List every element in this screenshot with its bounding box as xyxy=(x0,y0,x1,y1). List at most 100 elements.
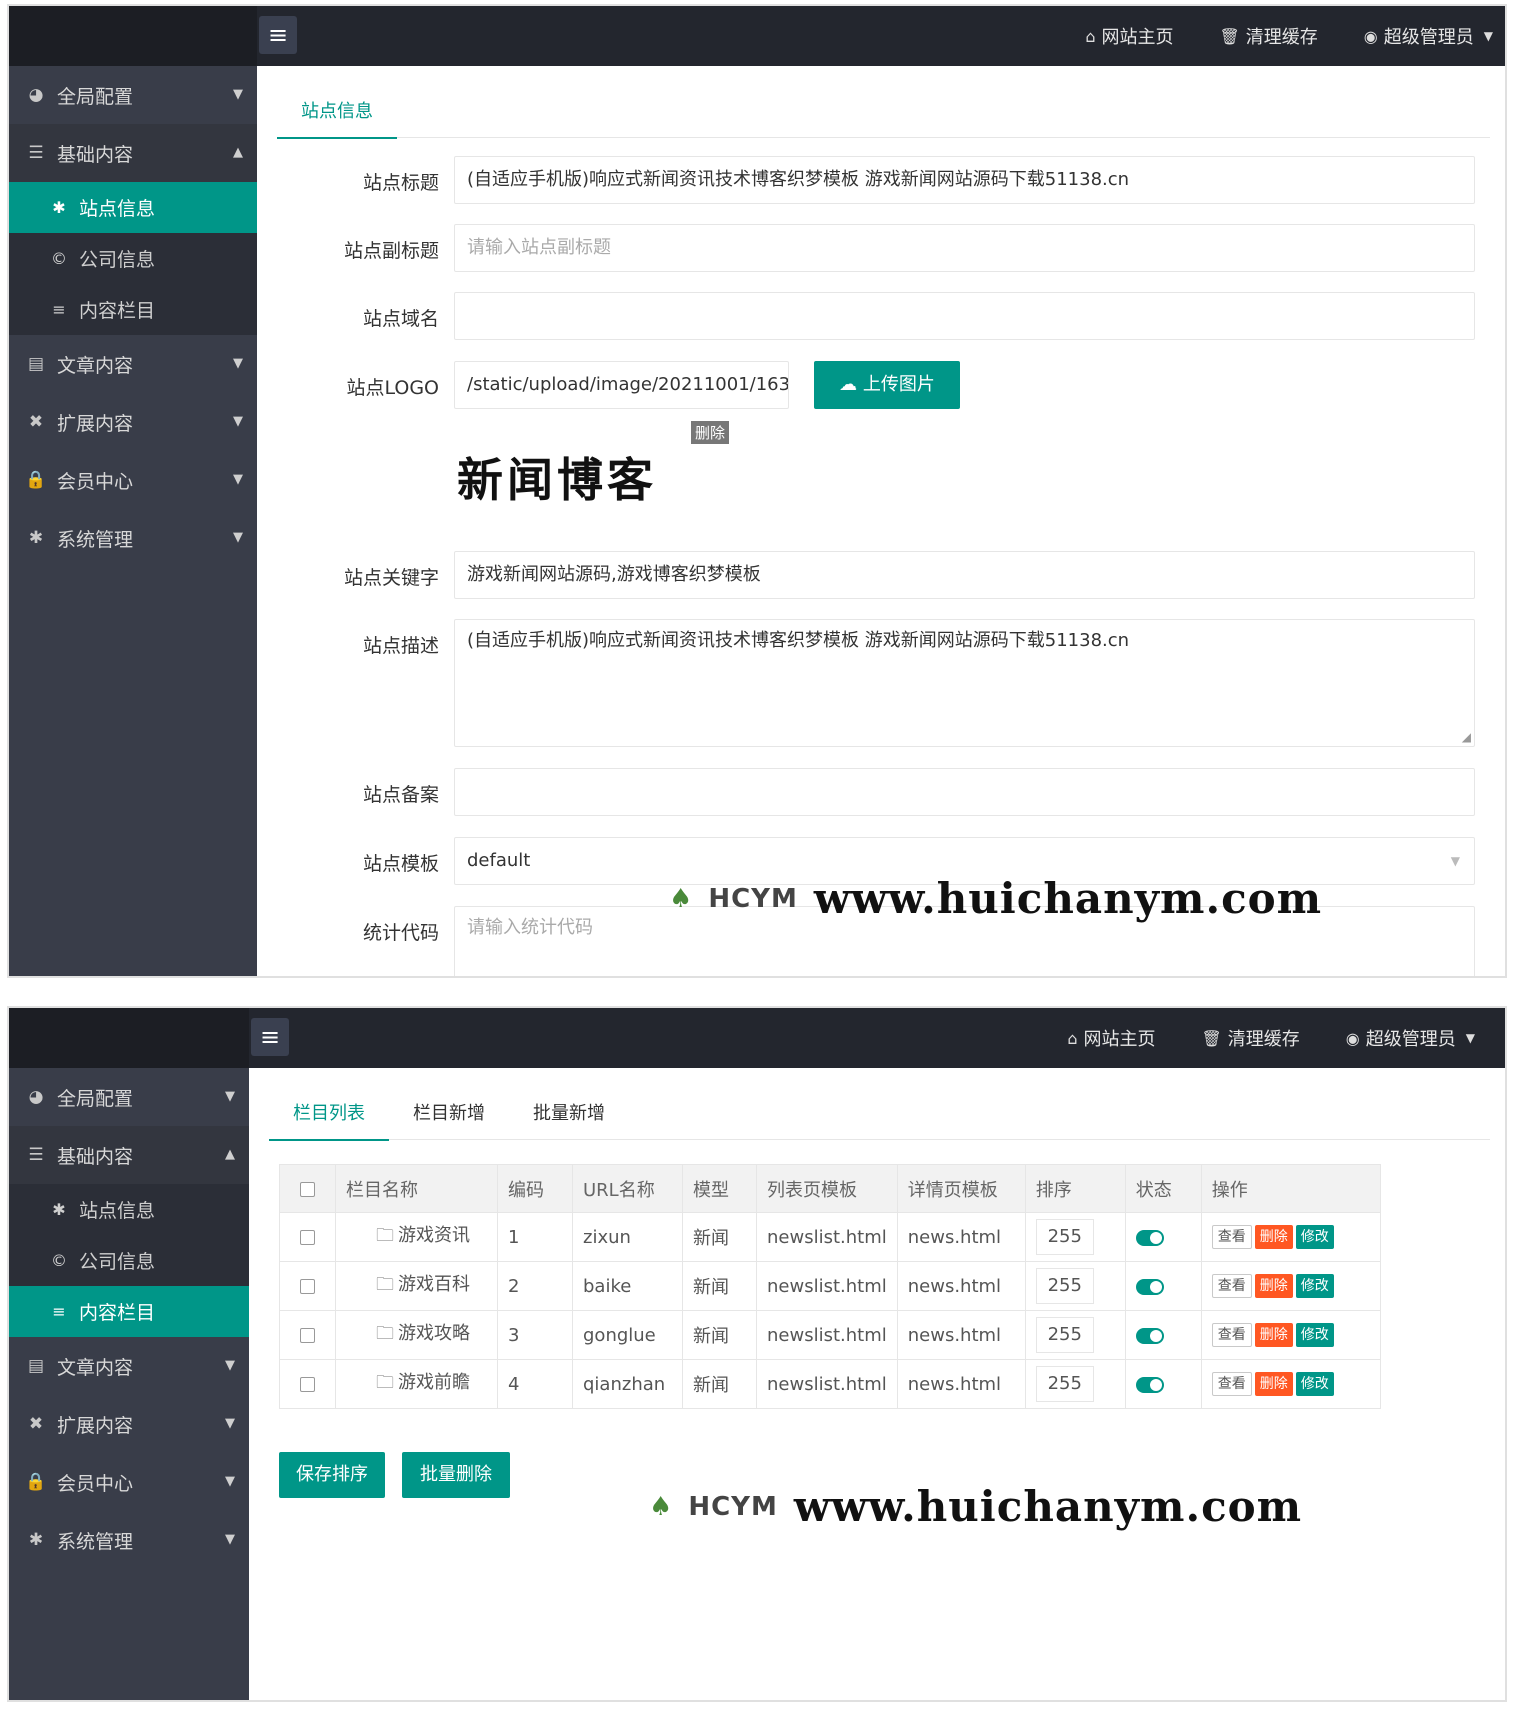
row-select[interactable] xyxy=(279,1310,336,1360)
sort-input[interactable]: 255 xyxy=(1035,1366,1094,1402)
sort-input[interactable]: 255 xyxy=(1035,1219,1094,1255)
sidebar-item-label: 站点信息 xyxy=(79,1200,156,1222)
nav-home-link[interactable]: ⌂ 网站主页 xyxy=(1085,23,1173,49)
edit-button[interactable]: 修改 xyxy=(1295,1323,1334,1347)
view-button[interactable]: 查看 xyxy=(1211,1323,1252,1347)
caret-down-icon: ▼ xyxy=(225,1358,235,1373)
description-textarea[interactable]: (自适应手机版)响应式新闻资讯技术博客织梦模板 游戏新闻网站源码下载51138.… xyxy=(454,619,1475,747)
sidebar-item-system-manage[interactable]: ✱ 系统管理 ▼ xyxy=(9,1511,249,1569)
status-toggle[interactable] xyxy=(1135,1376,1164,1393)
tab-site-info[interactable]: 站点信息 xyxy=(277,86,397,139)
batch-delete-button[interactable]: 批量删除 xyxy=(402,1452,510,1498)
caret-down-icon: ▼ xyxy=(1465,1031,1475,1045)
row-checkbox[interactable] xyxy=(300,1230,315,1245)
sort-input[interactable]: 255 xyxy=(1035,1317,1094,1353)
status-toggle[interactable] xyxy=(1135,1278,1164,1295)
header-select-all[interactable] xyxy=(279,1164,336,1213)
view-button[interactable]: 查看 xyxy=(1211,1225,1252,1249)
cell-list-template: newslist.html xyxy=(756,1359,898,1409)
sidebar-item-member-center[interactable]: 🔒 会员中心 ▼ xyxy=(9,451,257,509)
edit-button[interactable]: 修改 xyxy=(1295,1225,1334,1249)
cell-code: 1 xyxy=(497,1212,573,1262)
tab-column-list[interactable]: 栏目列表 xyxy=(269,1088,389,1141)
row-select[interactable] xyxy=(279,1212,336,1262)
cell-actions: 查看 删除 修改 xyxy=(1200,1359,1382,1409)
select-all-checkbox[interactable] xyxy=(300,1181,315,1197)
keywords-input[interactable]: 游戏新闻网站源码,游戏博客织梦模板 xyxy=(454,551,1475,599)
sidebar-item-member-center[interactable]: 🔒 会员中心 ▼ xyxy=(9,1453,249,1511)
menu-toggle-icon[interactable]: ≡ xyxy=(251,1018,289,1056)
sidebar-item-extend-content[interactable]: ✖ 扩展内容 ▼ xyxy=(9,1395,249,1453)
sidebar-item-article-content[interactable]: ▤ 文章内容 ▼ xyxy=(9,1337,249,1395)
watermark: ♠ HCYM www.huichanym.com xyxy=(649,1482,1302,1531)
title-input[interactable]: (自适应手机版)响应式新闻资讯技术博客织梦模板 游戏新闻网站源码下载51138.… xyxy=(454,156,1475,204)
row-select[interactable] xyxy=(279,1261,336,1311)
delete-button[interactable]: 删除 xyxy=(1254,1274,1293,1298)
shovel-icon: ♠ xyxy=(669,883,693,914)
sidebar-item-article-content[interactable]: ▤ 文章内容 ▼ xyxy=(9,335,257,393)
sidebar-item-label: 内容栏目 xyxy=(79,1302,156,1324)
logo-delete-button[interactable]: 删除 xyxy=(691,421,730,444)
sidebar-item-label: 文章内容 xyxy=(57,354,134,377)
sidebar-item-basic-content[interactable]: ☰ 基础内容 ▲ xyxy=(9,1126,249,1184)
cell-code: 2 xyxy=(497,1261,573,1311)
edit-button[interactable]: 修改 xyxy=(1295,1372,1334,1396)
cell-url: gonglue xyxy=(572,1310,683,1360)
delete-button[interactable]: 删除 xyxy=(1254,1372,1293,1396)
cell-name-text: 游戏前瞻 xyxy=(398,1372,470,1393)
home-icon: ⌂ xyxy=(1085,26,1096,46)
nav-clear-cache-link[interactable]: 🗑 清理缓存 xyxy=(1219,23,1317,49)
icp-input[interactable] xyxy=(454,768,1475,816)
cell-model: 新闻 xyxy=(682,1310,757,1360)
header-url: URL名称 xyxy=(572,1164,683,1213)
sort-input[interactable]: 255 xyxy=(1035,1268,1094,1304)
main-content: 站点信息 站点标题 (自适应手机版)响应式新闻资讯技术博客织梦模板 游戏新闻网站… xyxy=(257,66,1505,976)
sidebar-item-basic-content[interactable]: ☰ 基础内容 ▲ xyxy=(9,124,257,182)
sidebar-item-global-config[interactable]: ◕ 全局配置 ▼ xyxy=(9,66,257,124)
nav-home-link[interactable]: ⌂ 网站主页 xyxy=(1067,1025,1155,1051)
sidebar-item-site-info[interactable]: ✱ 站点信息 xyxy=(9,1184,249,1235)
caret-up-icon: ▲ xyxy=(233,145,243,160)
row-select[interactable] xyxy=(279,1359,336,1409)
sidebar-item-site-info[interactable]: ✱ 站点信息 xyxy=(9,182,257,233)
dashboard-icon: ◕ xyxy=(28,85,44,105)
caret-down-icon: ▼ xyxy=(1483,29,1493,43)
edit-button[interactable]: 修改 xyxy=(1295,1274,1334,1298)
main-content: 栏目列表 栏目新增 批量新增 栏目名称 编码 URL名称 模型 列表页模板 详情… xyxy=(249,1068,1505,1700)
caret-down-icon: ▼ xyxy=(233,472,243,487)
sidebar-item-content-column[interactable]: ≡ 内容栏目 xyxy=(9,284,257,335)
sidebar-item-label: 基础内容 xyxy=(57,1145,134,1168)
status-toggle[interactable] xyxy=(1135,1229,1164,1246)
sidebar-item-global-config[interactable]: ◕ 全局配置 ▼ xyxy=(9,1068,249,1126)
resize-handle-icon[interactable]: ◢ xyxy=(1462,731,1471,743)
logo-path-input[interactable]: /static/upload/image/20211001/1633080 xyxy=(454,361,789,409)
view-button[interactable]: 查看 xyxy=(1211,1274,1252,1298)
sidebar-item-content-column[interactable]: ≡ 内容栏目 xyxy=(9,1286,249,1337)
delete-button[interactable]: 删除 xyxy=(1254,1225,1293,1249)
save-sort-button[interactable]: 保存排序 xyxy=(279,1452,385,1498)
nav-admin-menu[interactable]: ◉ 超级管理员 ▼ xyxy=(1346,1025,1475,1051)
menu-toggle-icon[interactable]: ≡ xyxy=(259,16,297,54)
nav-admin-menu[interactable]: ◉ 超级管理员 ▼ xyxy=(1364,23,1493,49)
nav-clear-cache-link[interactable]: 🗑 清理缓存 xyxy=(1201,1025,1299,1051)
sidebar-item-extend-content[interactable]: ✖ 扩展内容 ▼ xyxy=(9,393,257,451)
list-icon: ≡ xyxy=(52,300,66,319)
caret-down-icon: ▼ xyxy=(225,1474,235,1489)
sidebar-item-company-info[interactable]: © 公司信息 xyxy=(9,1235,249,1286)
subtitle-input[interactable]: 请输入站点副标题 xyxy=(454,224,1475,272)
tab-column-add[interactable]: 栏目新增 xyxy=(389,1088,509,1140)
row-checkbox[interactable] xyxy=(300,1377,315,1392)
sidebar-item-system-manage[interactable]: ✱ 系统管理 ▼ xyxy=(9,509,257,567)
delete-button[interactable]: 删除 xyxy=(1254,1323,1293,1347)
tab-batch-add[interactable]: 批量新增 xyxy=(509,1088,629,1140)
sidebar-item-label: 扩展内容 xyxy=(57,1414,134,1437)
row-checkbox[interactable] xyxy=(300,1279,315,1294)
header-list-template: 列表页模板 xyxy=(756,1164,898,1213)
status-toggle[interactable] xyxy=(1135,1327,1164,1344)
folder-icon: 🗀 xyxy=(376,1372,394,1393)
domain-input[interactable] xyxy=(454,292,1475,340)
view-button[interactable]: 查看 xyxy=(1211,1372,1252,1396)
row-checkbox[interactable] xyxy=(300,1328,315,1343)
upload-image-button[interactable]: ☁ 上传图片 xyxy=(814,361,960,409)
sidebar-item-company-info[interactable]: © 公司信息 xyxy=(9,233,257,284)
